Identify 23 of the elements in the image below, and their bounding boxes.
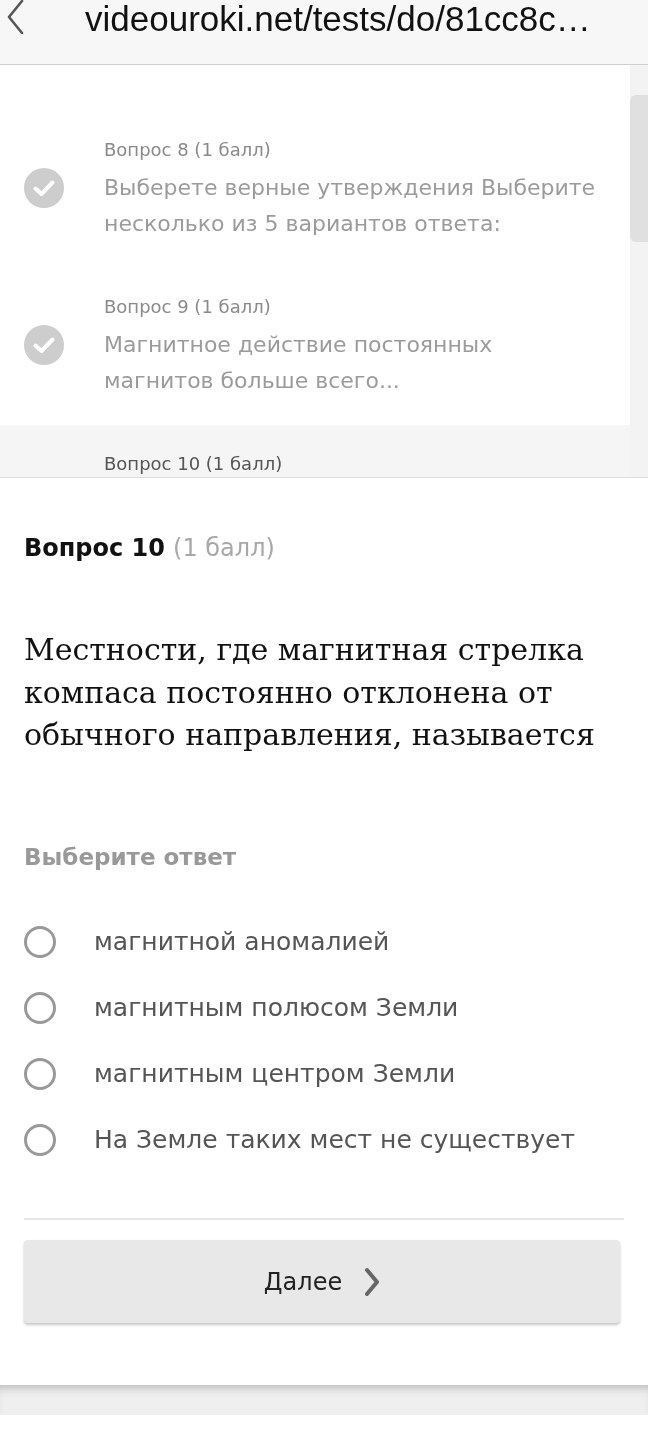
question-title: Вопрос 10: [24, 534, 165, 562]
question-text: Местности, где магнитная стрелка компаса постоянно отклонена от обычного направления, называется: [24, 631, 596, 754]
url-text: videouroki.net/tests/do/81cc8c…: [85, 0, 591, 38]
answer-option[interactable]: На Земле таких мест не существует: [24, 1106, 624, 1173]
back-icon[interactable]: [6, 0, 24, 34]
chevron-right-icon: [364, 1266, 381, 1297]
next-button[interactable]: Далее: [24, 1240, 620, 1323]
answer-option[interactable]: магнитным полюсом Земли: [24, 974, 624, 1041]
scrollbar-thumb[interactable]: [630, 95, 648, 242]
radio-button[interactable]: [24, 1123, 56, 1156]
question-points: (1 балл): [173, 534, 275, 562]
answer-prompt: Выберите ответ: [24, 842, 238, 872]
radio-button[interactable]: [24, 1057, 56, 1090]
question-item[interactable]: Вопрос 10 (1 балл): [0, 425, 630, 477]
question-summary: Магнитное действие постоянных магнитов больше всего...: [104, 331, 494, 395]
answer-option[interactable]: магнитным центром Земли: [24, 1040, 624, 1107]
question-number: Вопрос 10 (1 балл): [104, 452, 284, 476]
radio-button[interactable]: [24, 991, 56, 1024]
radio-button[interactable]: [24, 925, 56, 958]
question-summary: Выберете верные утверждения Выберите несколько из 5 вариантов ответа:: [104, 174, 597, 238]
question-number: Вопрос 9 (1 балл): [104, 295, 272, 319]
answer-option[interactable]: магнитной аномалией: [24, 908, 624, 975]
question-number: Вопрос 8 (1 балл): [104, 138, 272, 162]
